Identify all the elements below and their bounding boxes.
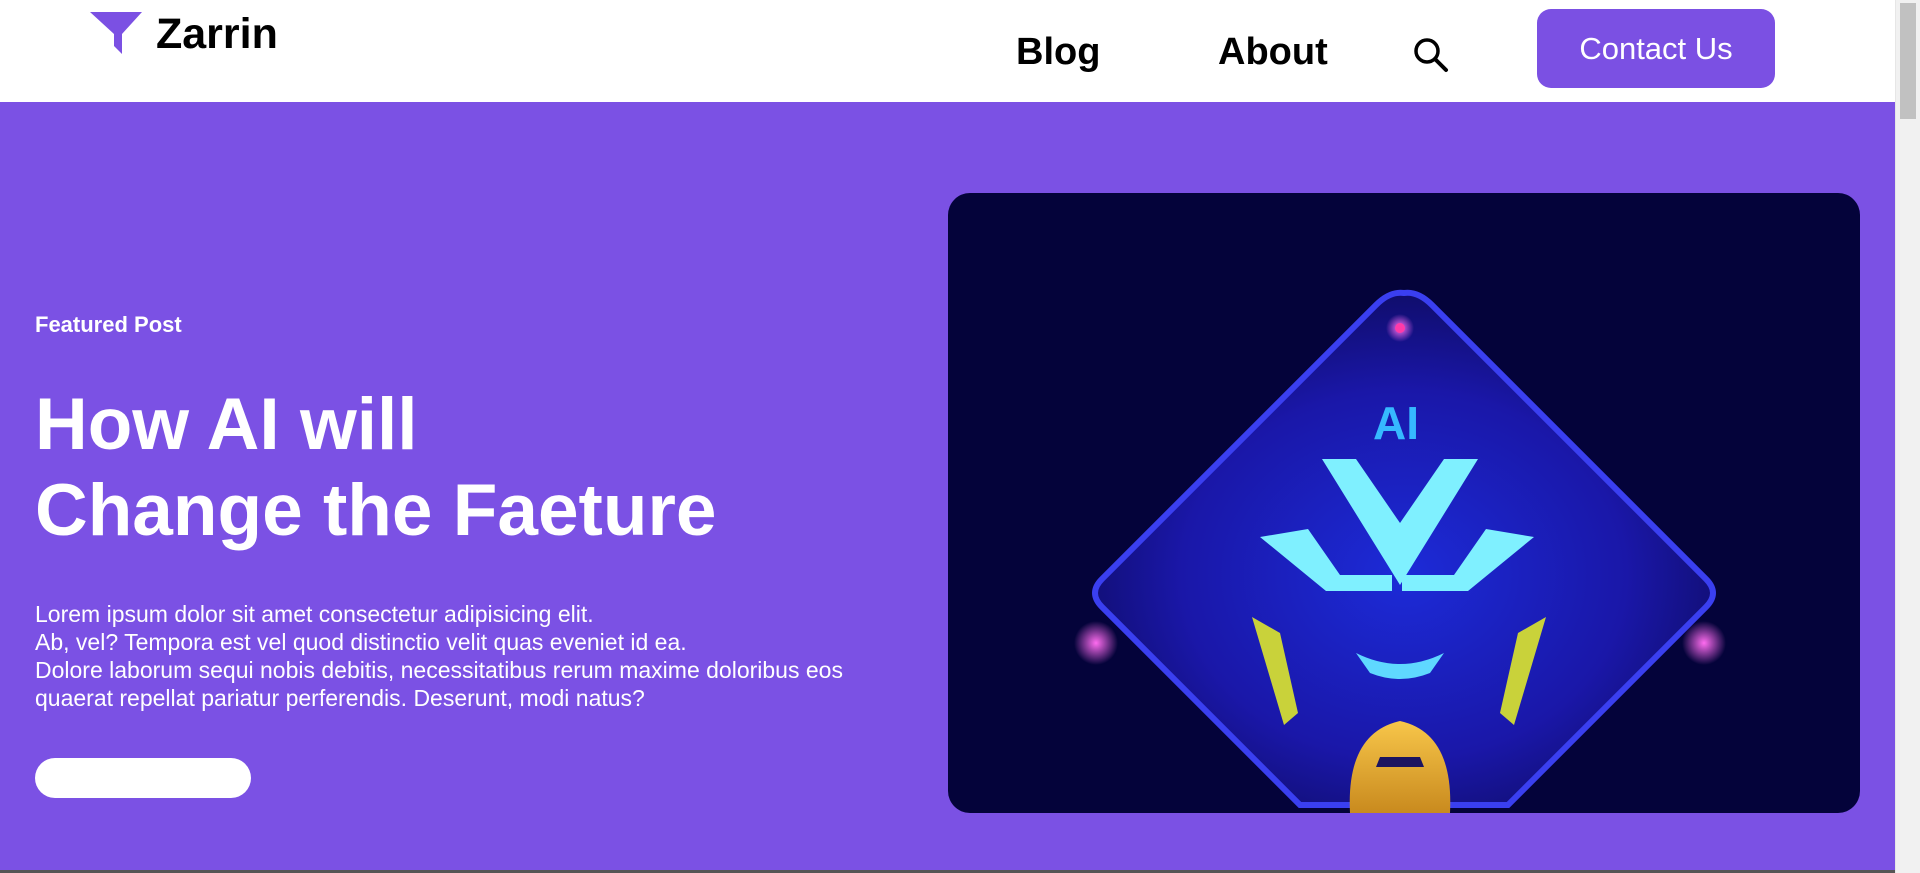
site-header: Zarrin Blog About Contact Us xyxy=(0,0,1895,102)
vertical-scrollbar[interactable] xyxy=(1895,0,1920,873)
brand-name: Zarrin xyxy=(156,10,278,58)
read-more-button[interactable] xyxy=(35,758,251,798)
brand-logo[interactable]: Zarrin xyxy=(88,10,278,58)
hero-description-line: Lorem ipsum dolor sit amet consectetur a… xyxy=(35,601,594,627)
hero-title: How AI will Change the Faeture xyxy=(35,382,716,554)
funnel-icon xyxy=(90,12,142,54)
featured-image: AI xyxy=(948,193,1860,813)
hero-description: Lorem ipsum dolor sit amet consectetur a… xyxy=(35,600,843,712)
ai-badge-text: AI xyxy=(1373,397,1419,449)
nav-link-blog[interactable]: Blog xyxy=(1016,30,1100,74)
nav-link-about[interactable]: About xyxy=(1218,30,1328,74)
contact-us-button[interactable]: Contact Us xyxy=(1537,9,1775,88)
hero-description-line: Dolore laborum sequi nobis debitis, nece… xyxy=(35,657,843,683)
search-button[interactable] xyxy=(1412,36,1450,74)
hero-description-line: Ab, vel? Tempora est vel quod distinctio… xyxy=(35,629,687,655)
page: Zarrin Blog About Contact Us Featured Po… xyxy=(0,0,1920,873)
hero-title-line: How AI will xyxy=(35,384,418,465)
featured-post-label: Featured Post xyxy=(35,312,182,337)
scrollbar-thumb[interactable] xyxy=(1900,3,1916,119)
search-icon xyxy=(1414,38,1448,72)
hero-description-line: quaerat repellat pariatur perferendis. D… xyxy=(35,685,645,711)
ai-robot-illustration: AI xyxy=(1074,289,1726,813)
hero-title-line: Change the Faeture xyxy=(35,470,717,551)
